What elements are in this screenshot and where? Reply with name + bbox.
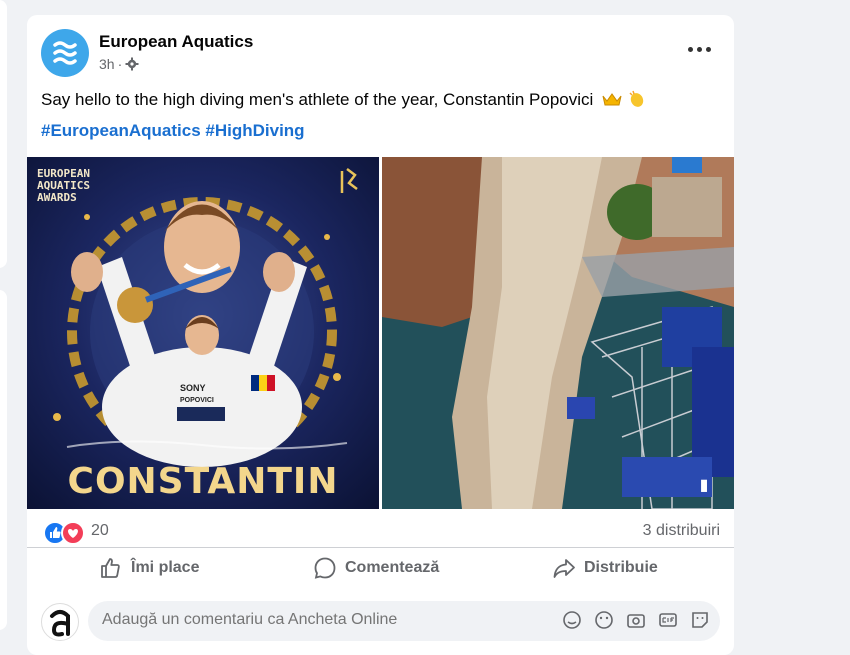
- share-button[interactable]: Distribuie: [552, 556, 658, 580]
- share-count[interactable]: 3 distribuiri: [643, 522, 720, 540]
- dive-logo-icon: [340, 168, 358, 193]
- award-graphic: [53, 168, 358, 467]
- clapping-hands-emoji: [629, 90, 643, 107]
- gif-icon[interactable]: [658, 610, 678, 630]
- hashtags: #EuropeanAquatics #HighDiving: [41, 121, 305, 141]
- hashtag-european-aquatics[interactable]: #EuropeanAquatics: [41, 121, 201, 140]
- thumbs-up-icon: [101, 558, 120, 578]
- post-image-cliff[interactable]: ▮: [382, 157, 734, 509]
- camera-icon[interactable]: [626, 610, 646, 630]
- hashtag-high-diving[interactable]: #HighDiving: [205, 121, 304, 140]
- post-time[interactable]: 3h: [99, 56, 115, 72]
- meta-separator: ·: [117, 56, 123, 72]
- post-text: Say hello to the high diving men's athle…: [41, 89, 647, 111]
- reaction-count[interactable]: 20: [91, 522, 109, 540]
- ancheta-logo-icon: [50, 610, 70, 637]
- sticker-icon[interactable]: [562, 610, 582, 630]
- comment-input[interactable]: [100, 610, 544, 630]
- award-brand: EUROPEAN AQUATICS AWARDS: [37, 168, 90, 204]
- award-brand-line-3: AWARDS: [37, 191, 77, 204]
- post-meta: 3h ·: [99, 56, 139, 72]
- gear-icon: [125, 57, 139, 71]
- share-arrow-icon: [553, 559, 575, 578]
- like-label: Îmi place: [131, 559, 200, 576]
- sticker-square-icon[interactable]: [690, 610, 710, 630]
- page-avatar[interactable]: [41, 29, 89, 77]
- cliff-photo: [382, 157, 734, 509]
- like-button[interactable]: Îmi place: [99, 556, 199, 580]
- left-column-card-bottom: [0, 290, 7, 630]
- love-icon[interactable]: [61, 521, 85, 545]
- comment-tools: [562, 610, 710, 630]
- comment-label: Comentează: [345, 559, 440, 576]
- post-text-content: Say hello to the high diving men's athle…: [41, 90, 594, 109]
- waves-logo-icon: [53, 41, 77, 65]
- volume-icon[interactable]: ▮: [694, 475, 714, 495]
- award-name: CONSTANTIN: [67, 461, 339, 502]
- left-column-card-top: [0, 0, 7, 268]
- post-stats: 20 3 distribuiri: [41, 518, 720, 545]
- share-label: Distribuie: [584, 559, 658, 576]
- post-card: European Aquatics 3h · Say hello to the …: [27, 15, 734, 655]
- crown-emoji: [602, 93, 622, 106]
- post-actions: Îmi place Comentează Distribuie: [27, 547, 734, 592]
- emoji-icon[interactable]: [594, 610, 614, 630]
- more-options-button[interactable]: [686, 39, 714, 59]
- shirt-text-popovici: POPOVICI: [180, 397, 214, 404]
- post-image-award[interactable]: EUROPEAN AQUATICS AWARDS SONY POPOVICI C…: [27, 157, 379, 509]
- comment-composer: [27, 599, 734, 649]
- shirt-text-sony: SONY: [180, 383, 206, 393]
- comment-box: [88, 601, 720, 641]
- comment-button[interactable]: Comentează: [313, 556, 439, 580]
- commenter-avatar[interactable]: [41, 603, 79, 641]
- author-name[interactable]: European Aquatics: [99, 32, 253, 52]
- comment-bubble-icon: [314, 557, 336, 579]
